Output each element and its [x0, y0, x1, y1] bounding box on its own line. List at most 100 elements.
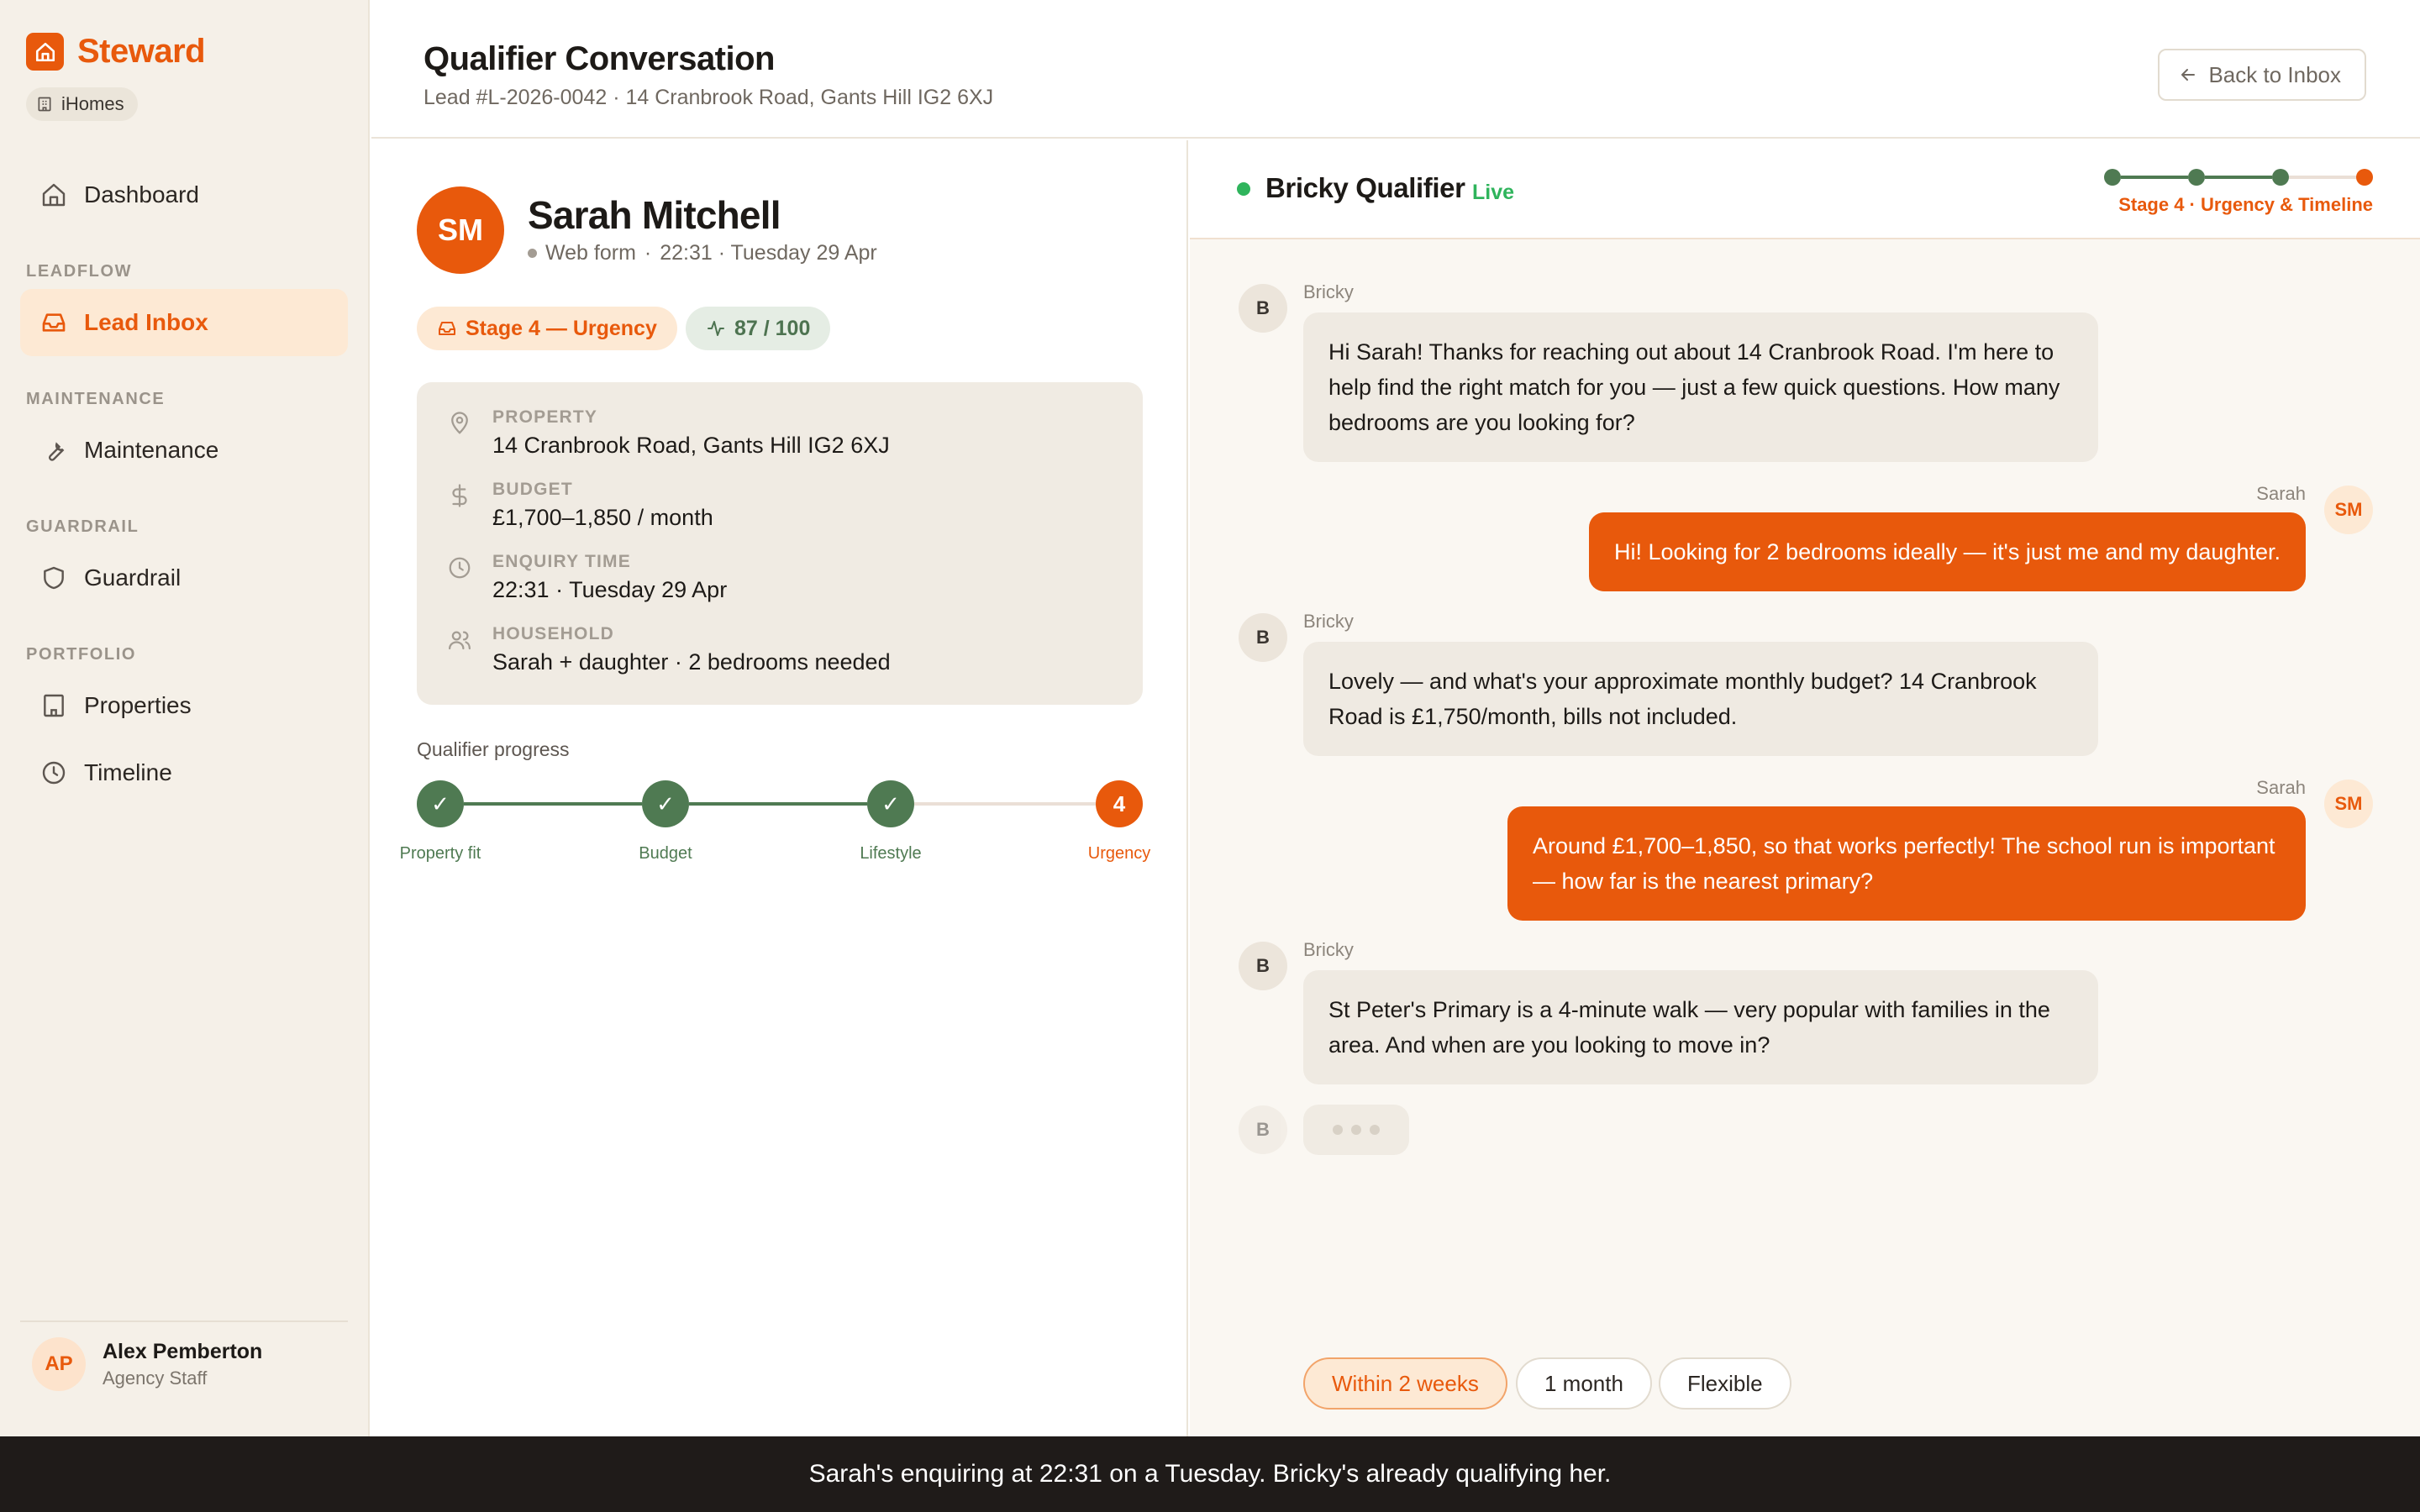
avatar: SM [417, 186, 504, 274]
building-icon [38, 97, 51, 112]
info-row-household: HOUSEHOLD Sarah + daughter · 2 bedrooms … [447, 624, 891, 675]
page-header: Qualifier Conversation Lead #L-2026-0042… [371, 0, 2420, 139]
progress-title: Qualifier progress [417, 738, 570, 760]
progress-step-4: 4 [1096, 780, 1143, 827]
page-subtitle: Lead #L-2026-0042 · 14 Cranbrook Road, G… [424, 86, 994, 109]
home-icon [42, 183, 66, 207]
section-label-guardrail: GUARDRAIL [26, 517, 139, 536]
live-status: Live [1472, 181, 1515, 204]
message-sender: Bricky [1303, 611, 1354, 632]
back-to-inbox-button[interactable]: Back to Inbox [2158, 49, 2366, 101]
section-label-maintenance: MAINTENANCE [26, 390, 166, 408]
typing-indicator [1303, 1105, 1409, 1155]
bot-name: Bricky Qualifier [1265, 172, 1465, 203]
progress-step-label: Property fit [399, 844, 481, 863]
mini-connector [2205, 176, 2272, 179]
bot-avatar: B [1239, 1105, 1287, 1154]
chat-panel: Bricky Qualifier Live Stage 4 · Urgency … [1190, 140, 2420, 1436]
progress-step-2: ✓ [642, 780, 689, 827]
live-status-dot-icon [1237, 182, 1250, 196]
inbox-icon [42, 313, 66, 332]
activity-icon [708, 321, 724, 336]
sidebar-item-label: Maintenance [84, 437, 219, 463]
lead-details-panel: SM Sarah Mitchell Web form · 22:31 · Tue… [371, 140, 1188, 1436]
section-label-portfolio: PORTFOLIO [26, 645, 137, 664]
user-profile[interactable]: AP Alex Pemberton Agency Staff [32, 1337, 262, 1391]
caption-text: Sarah's enquiring at 22:31 on a Tuesday.… [808, 1460, 1612, 1488]
building-icon [44, 694, 64, 717]
lead-name: Sarah Mitchell [528, 193, 781, 237]
typing-dot [1351, 1125, 1361, 1135]
mini-step-dot [2104, 169, 2121, 186]
info-row-enquiry-time: ENQUIRY TIME 22:31 · Tuesday 29 Apr [447, 552, 727, 603]
progress-connector [914, 802, 1096, 806]
sidebar-item-label: Properties [84, 692, 192, 718]
avatar: AP [32, 1337, 86, 1391]
mini-step-dot [2188, 169, 2205, 186]
wrench-icon [48, 442, 65, 461]
shield-icon [44, 566, 64, 590]
sidebar-item-properties[interactable]: Properties [20, 672, 348, 739]
brand-name: Steward [77, 33, 206, 70]
users-icon [449, 631, 471, 650]
lead-meta: Web form · 22:31 · Tuesday 29 Apr [528, 241, 877, 265]
bot-avatar: B [1239, 284, 1287, 333]
dollar-icon [452, 484, 467, 507]
stage-badge-label: Stage 4 — Urgency [466, 316, 657, 340]
info-row-property: PROPERTY 14 Cranbrook Road, Gants Hill I… [447, 407, 890, 459]
bot-avatar: B [1239, 942, 1287, 990]
clock-icon [42, 761, 66, 785]
sidebar-item-lead-inbox[interactable]: Lead Inbox [20, 289, 348, 356]
sidebar-item-dashboard[interactable]: Dashboard [20, 161, 348, 228]
stage-caption: Stage 4 · Urgency & Timeline [2118, 194, 2373, 215]
sidebar-divider [20, 1320, 348, 1322]
bot-message: Lovely — and what's your approximate mon… [1303, 642, 2098, 756]
mini-connector [2289, 176, 2356, 179]
mini-step-dot [2272, 169, 2289, 186]
caption-banner: Sarah's enquiring at 22:31 on a Tuesday.… [0, 1436, 2420, 1512]
sidebar-item-label: Timeline [84, 759, 172, 785]
quick-reply-flexible[interactable]: Flexible [1659, 1357, 1791, 1410]
sidebar-item-timeline[interactable]: Timeline [20, 739, 348, 806]
user-name: Alex Pemberton [103, 1339, 263, 1363]
stage-progress-mini [2104, 167, 2373, 187]
property-label: PROPERTY [492, 407, 598, 427]
score-badge: 87 / 100 [686, 307, 831, 350]
sidebar: Steward iHomes Dashboard LEADFLOW Lead I… [0, 0, 370, 1436]
sidebar-item-label: Dashboard [84, 181, 199, 207]
bot-message: Hi Sarah! Thanks for reaching out about … [1303, 312, 2098, 462]
message-sender: Sarah [2256, 483, 2306, 504]
budget-label: BUDGET [492, 480, 573, 499]
enquiry-value: 22:31 · Tuesday 29 Apr [492, 577, 728, 602]
info-row-budget: BUDGET £1,700–1,850 / month [447, 480, 713, 531]
brand[interactable]: Steward [26, 33, 206, 71]
bot-avatar: B [1239, 613, 1287, 662]
clock-icon [449, 557, 471, 579]
lead-time: 22:31 · Tuesday 29 Apr [660, 241, 877, 265]
meta-separator: · [644, 241, 652, 265]
progress-step-1: ✓ [417, 780, 464, 827]
org-switcher[interactable]: iHomes [26, 87, 138, 121]
progress-step-label: Urgency [1087, 844, 1151, 863]
sidebar-item-label: Lead Inbox [84, 309, 208, 335]
quick-reply-within-2-weeks[interactable]: Within 2 weeks [1303, 1357, 1507, 1410]
source-dot-icon [528, 249, 537, 258]
user-avatar: SM [2324, 780, 2373, 828]
typing-dot [1370, 1125, 1380, 1135]
sidebar-item-maintenance[interactable]: Maintenance [20, 417, 348, 484]
chat-header: Bricky Qualifier Live Stage 4 · Urgency … [1190, 140, 2420, 239]
map-pin-icon [451, 412, 468, 434]
qualifier-progress: ✓ ✓ ✓ 4 Property fit Budget Lifestyle Ur… [400, 780, 1150, 864]
sidebar-item-label: Guardrail [84, 564, 182, 591]
house-icon [26, 33, 64, 71]
lead-source: Web form [545, 241, 636, 265]
progress-step-label: Lifestyle [860, 844, 922, 863]
sidebar-item-guardrail[interactable]: Guardrail [20, 544, 348, 612]
typing-dot [1333, 1125, 1343, 1135]
property-value: 14 Cranbrook Road, Gants Hill IG2 6XJ [492, 433, 890, 458]
user-message: Around £1,700–1,850, so that works perfe… [1507, 806, 2306, 921]
progress-step-label: Budget [639, 844, 692, 863]
household-label: HOUSEHOLD [492, 624, 614, 643]
quick-reply-1-month[interactable]: 1 month [1516, 1357, 1652, 1410]
progress-step-3: ✓ [867, 780, 914, 827]
